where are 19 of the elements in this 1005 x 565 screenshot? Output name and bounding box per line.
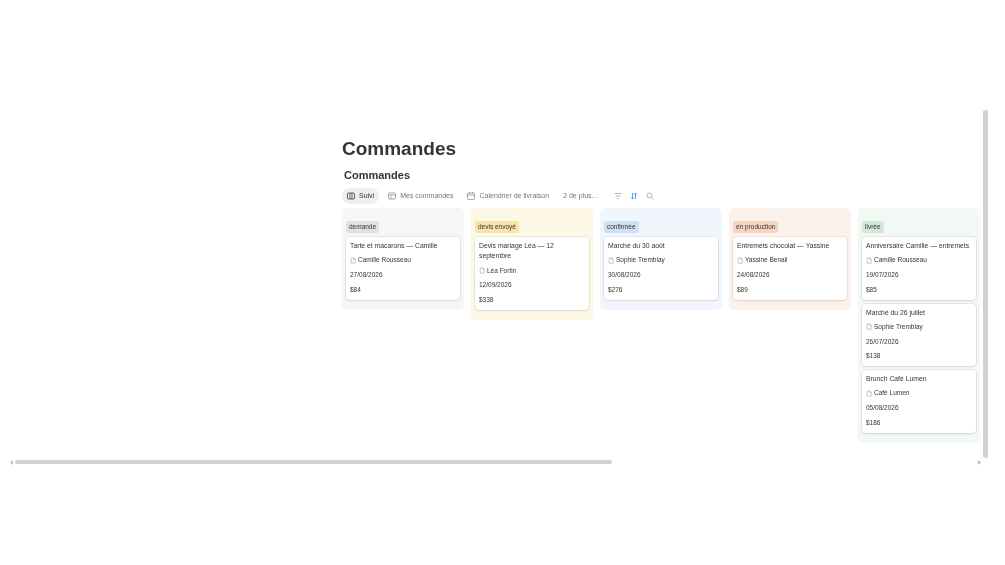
horizontal-scrollbar[interactable] (15, 460, 612, 465)
scroll-left-arrow[interactable] (10, 459, 13, 465)
document-icon (350, 256, 356, 264)
document-icon (866, 256, 872, 264)
filter-icon[interactable] (614, 192, 622, 201)
document-icon (479, 267, 485, 274)
database-title: Commandes (344, 168, 412, 182)
vertical-scrollbar[interactable] (983, 110, 988, 458)
document-icon (608, 256, 614, 264)
board-icon (347, 192, 355, 201)
document-icon (737, 256, 743, 264)
search-icon[interactable] (646, 192, 654, 201)
calendar-icon (467, 192, 476, 201)
page-title: Commandes (342, 138, 458, 161)
scroll-right-arrow[interactable] (978, 459, 981, 465)
sort-icon[interactable] (630, 192, 638, 201)
document-icon (866, 323, 872, 331)
document-icon (866, 389, 872, 397)
table-icon (388, 192, 397, 201)
